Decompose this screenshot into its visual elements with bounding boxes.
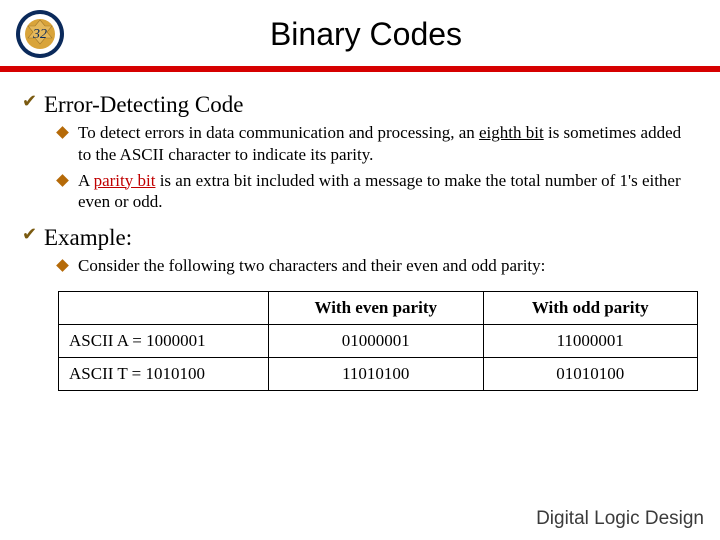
- table-header-cell: With odd parity: [484, 292, 698, 324]
- diamond-icon: [58, 122, 78, 142]
- section-heading: ✔ Example:: [22, 225, 698, 251]
- table-cell-even: 01000001: [269, 325, 484, 357]
- table-header-row: With even parity With odd parity: [59, 292, 697, 324]
- table-cell-odd: 01010100: [484, 358, 698, 390]
- bullet-text: To detect errors in data communication a…: [78, 122, 698, 166]
- section-heading: ✔ Error-Detecting Code: [22, 92, 698, 118]
- diamond-icon: [58, 255, 78, 275]
- bullet-text: Consider the following two characters an…: [78, 255, 698, 277]
- section-heading-text: Example:: [44, 225, 132, 251]
- text-fragment: To detect errors in data communication a…: [78, 123, 479, 142]
- table-header-cell: With even parity: [269, 292, 484, 324]
- table-cell-label: ASCII A = 1000001: [59, 325, 269, 357]
- logo-number: 32: [32, 27, 47, 42]
- slide-content: ✔ Error-Detecting Code To detect errors …: [0, 72, 720, 277]
- table-header-cell: [59, 292, 269, 324]
- underlined-term: eighth bit: [479, 123, 544, 142]
- section-heading-text: Error-Detecting Code: [44, 92, 243, 118]
- diamond-icon: [58, 170, 78, 190]
- highlight-term: parity bit: [94, 171, 156, 190]
- text-fragment: is an extra bit included with a message …: [78, 171, 681, 212]
- table-cell-label: ASCII T = 1010100: [59, 358, 269, 390]
- logo-badge: 32: [14, 8, 66, 60]
- slide-footer: Digital Logic Design: [536, 508, 704, 530]
- check-icon: ✔: [22, 92, 44, 112]
- bullet-text: A parity bit is an extra bit included wi…: [78, 170, 698, 214]
- table-cell-odd: 11000001: [484, 325, 698, 357]
- table-cell-even: 11010100: [269, 358, 484, 390]
- slide-header: 32 Binary Codes: [0, 0, 720, 66]
- text-fragment: A: [78, 171, 94, 190]
- bullet-item: Consider the following two characters an…: [58, 255, 698, 277]
- check-icon: ✔: [22, 225, 44, 245]
- bullet-item: A parity bit is an extra bit included wi…: [58, 170, 698, 214]
- table-row: ASCII T = 1010100 11010100 01010100: [59, 357, 697, 390]
- table-row: ASCII A = 1000001 01000001 11000001: [59, 324, 697, 357]
- seal-icon: 32: [14, 8, 66, 60]
- parity-table: With even parity With odd parity ASCII A…: [58, 291, 698, 391]
- bullet-item: To detect errors in data communication a…: [58, 122, 698, 166]
- slide-title: Binary Codes: [78, 16, 706, 53]
